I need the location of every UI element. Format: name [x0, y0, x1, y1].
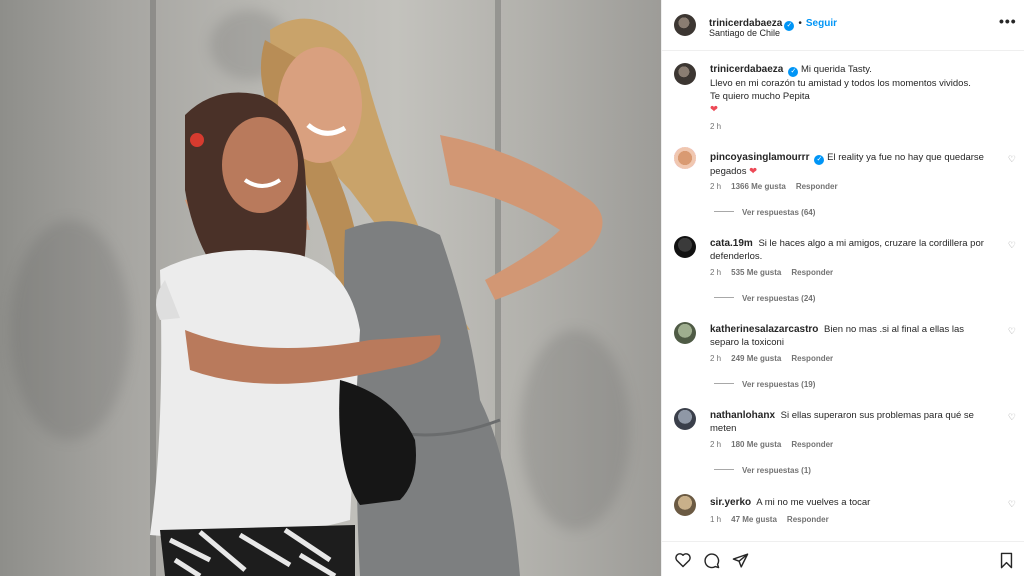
caption-time[interactable]: 2 h — [710, 122, 721, 131]
post-photo[interactable] — [0, 0, 661, 576]
view-replies-button[interactable]: Ver respuestas (64) — [714, 208, 815, 217]
comment-username[interactable]: katherinesalazarcastro — [710, 324, 818, 335]
comment-username[interactable]: nathanlohanx — [710, 410, 775, 421]
commenter-avatar[interactable] — [674, 147, 696, 169]
like-comment-heart-icon[interactable]: ♡ — [1008, 412, 1016, 423]
reply-button[interactable]: Responder — [796, 182, 838, 191]
comment-text: cata.19m Si le haces algo a mi amigos, c… — [710, 237, 992, 263]
photo-people — [150, 18, 603, 576]
comment-time[interactable]: 2 h — [710, 354, 721, 363]
replies-line — [714, 383, 734, 384]
replies-line — [714, 211, 734, 212]
comment-item: pincoyasinglamourrr ✓ El reality ya fue n… — [662, 141, 1024, 227]
reply-button[interactable]: Responder — [791, 354, 833, 363]
comment-username[interactable]: pincoyasinglamourrr — [710, 152, 809, 163]
comment-item: nathanlohanx Si ellas superaron sus prob… — [662, 399, 1024, 485]
comment-time[interactable]: 2 h — [710, 268, 721, 277]
view-replies-button[interactable]: Ver respuestas (19) — [714, 380, 815, 389]
author-avatar[interactable] — [674, 14, 696, 36]
comment-bubble-icon[interactable] — [703, 552, 720, 569]
comment-meta: 1 h 47 Me gusta Responder — [710, 515, 839, 524]
comment-meta: 2 h 1366 Me gusta Responder — [710, 182, 848, 191]
view-replies-button[interactable]: Ver respuestas (24) — [714, 294, 815, 303]
comment-likes[interactable]: 180 Me gusta — [731, 440, 781, 449]
replies-line — [714, 469, 734, 470]
comment-item: katherinesalazarcastro Bien no mas .si a… — [662, 313, 1024, 399]
comment-likes[interactable]: 249 Me gusta — [731, 354, 781, 363]
view-replies-label: Ver respuestas (19) — [742, 380, 816, 389]
red-heart-emoji: ❤ — [749, 166, 758, 177]
comment-likes[interactable]: 535 Me gusta — [731, 268, 781, 277]
reply-button[interactable]: Responder — [791, 440, 833, 449]
comment-meta: 2 h 180 Me gusta Responder — [710, 440, 843, 449]
post-side-panel: trinicerdabaeza ✓ • Seguir Santiago de Chil… — [661, 0, 1024, 576]
like-comment-heart-icon[interactable]: ♡ — [1008, 499, 1016, 510]
like-comment-heart-icon[interactable]: ♡ — [1008, 154, 1016, 165]
reply-button[interactable]: Responder — [791, 268, 833, 277]
more-options-icon[interactable]: ••• — [999, 13, 1017, 29]
comment-item: sir.yerko A mi no me vuelves a tocar 1 h… — [662, 485, 1024, 541]
author-avatar[interactable] — [674, 63, 696, 85]
comment-text: pincoyasinglamourrr ✓ El reality ya fue n… — [710, 151, 992, 178]
verified-badge-icon: ✓ — [814, 155, 825, 165]
caption-line: Llevo en mi corazón tu amistad y todos l… — [710, 78, 971, 89]
post-caption: trinicerdabaeza ✓ Mi querida Tasty. Llevo… — [662, 51, 1024, 141]
comment-username[interactable]: cata.19m — [710, 238, 753, 249]
comment-item: cata.19m Si le haces algo a mi amigos, c… — [662, 227, 1024, 313]
red-heart-emoji: ❤ — [710, 104, 718, 115]
post-header: trinicerdabaeza ✓ • Seguir Santiago de Chil… — [662, 0, 1024, 51]
commenter-avatar[interactable] — [674, 408, 696, 430]
caption-meta: 2 h — [710, 122, 731, 131]
bookmark-icon[interactable] — [999, 552, 1014, 569]
like-comment-heart-icon[interactable]: ♡ — [1008, 326, 1016, 337]
comment-text: katherinesalazarcastro Bien no mas .si a… — [710, 323, 992, 349]
comment-meta: 2 h 535 Me gusta Responder — [710, 268, 843, 277]
verified-badge-icon: ✓ — [788, 67, 799, 77]
view-replies-label: Ver respuestas (64) — [742, 208, 816, 217]
heart-outline-icon[interactable] — [674, 552, 692, 568]
comment-meta: 2 h 249 Me gusta Responder — [710, 354, 843, 363]
view-replies-label: Ver respuestas (1) — [742, 466, 811, 475]
comment-likes[interactable]: 47 Me gusta — [731, 515, 777, 524]
view-replies-button[interactable]: Ver respuestas (1) — [714, 466, 811, 475]
caption-line: Te quiero mucho Pepita — [710, 91, 810, 102]
caption-username[interactable]: trinicerdabaeza — [710, 64, 783, 75]
comment-text: sir.yerko A mi no me vuelves a tocar — [710, 496, 992, 509]
comment-time[interactable]: 1 h — [710, 515, 721, 524]
replies-line — [714, 297, 734, 298]
verified-badge-icon: ✓ — [784, 21, 795, 31]
post-actions-bar — [662, 541, 1024, 576]
commenter-avatar[interactable] — [674, 322, 696, 344]
paper-plane-icon[interactable] — [732, 552, 749, 569]
comment-text: nathanlohanx Si ellas superaron sus prob… — [710, 409, 992, 435]
like-comment-heart-icon[interactable]: ♡ — [1008, 240, 1016, 251]
comment-time[interactable]: 2 h — [710, 182, 721, 191]
separator-dot: • — [798, 18, 802, 29]
caption-text: trinicerdabaeza ✓ Mi querida Tasty. Llevo… — [710, 63, 992, 116]
view-replies-label: Ver respuestas (24) — [742, 294, 816, 303]
comment-time[interactable]: 2 h — [710, 440, 721, 449]
commenter-avatar[interactable] — [674, 236, 696, 258]
comments-list[interactable]: trinicerdabaeza ✓ Mi querida Tasty. Llevo… — [662, 51, 1024, 541]
comment-body: A mi no me vuelves a tocar — [756, 497, 871, 508]
follow-button[interactable]: Seguir — [806, 18, 837, 29]
comment-username[interactable]: sir.yerko — [710, 497, 751, 508]
reply-button[interactable]: Responder — [787, 515, 829, 524]
comment-likes[interactable]: 1366 Me gusta — [731, 182, 786, 191]
post-location[interactable]: Santiago de Chile — [709, 28, 780, 38]
commenter-avatar[interactable] — [674, 494, 696, 516]
caption-line: Mi querida Tasty. — [801, 64, 872, 75]
